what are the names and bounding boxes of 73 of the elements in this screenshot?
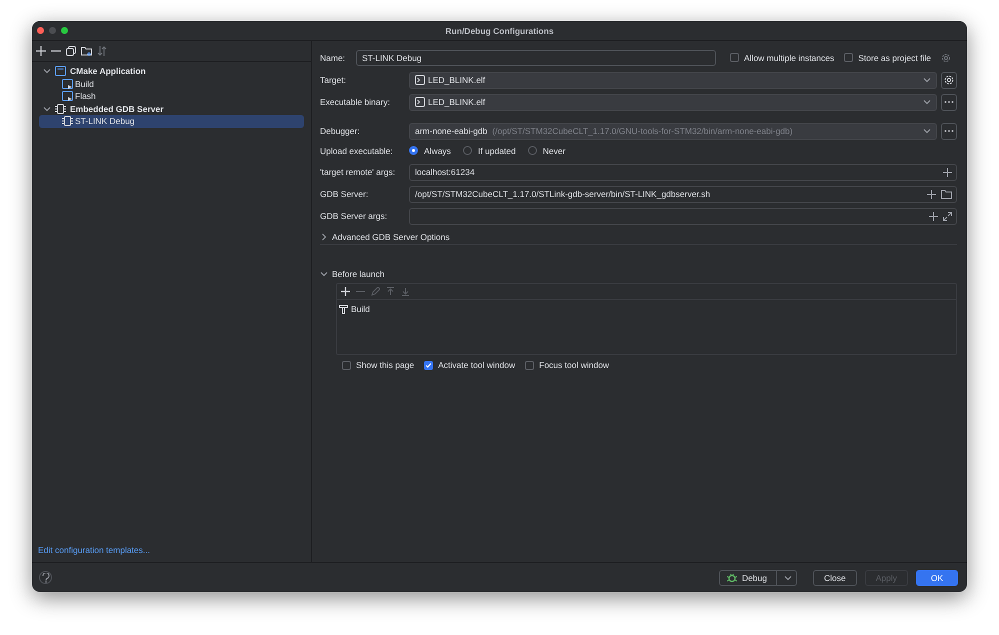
ellipsis-icon <box>944 129 954 133</box>
text-field[interactable] <box>409 208 957 224</box>
bug-icon <box>726 572 737 582</box>
text-field[interactable]: /opt/ST/STM32CubeCLT_1.17.0/STLink-gdb-server/bin/ST-LINK_gdbserver.sh <box>409 186 957 202</box>
terminal-icon <box>415 75 425 85</box>
window-icon <box>55 66 66 76</box>
field-label: GDB Server: <box>320 189 370 199</box>
checkbox[interactable]: Store as project file <box>844 52 931 62</box>
gear-icon <box>944 75 954 85</box>
field-label: Target: <box>320 75 347 85</box>
zoom-window-icon[interactable] <box>61 27 68 34</box>
window-icon <box>62 78 73 89</box>
checkbox[interactable]: Activate tool window <box>424 360 516 370</box>
add-icon[interactable] <box>929 212 938 220</box>
checkbox[interactable]: Allow multiple instances <box>730 52 834 62</box>
tree-item[interactable]: Build <box>39 78 304 90</box>
dropdown[interactable]: LED_BLINK.elf <box>409 72 937 88</box>
browse-button[interactable] <box>941 122 957 140</box>
caret-icon[interactable] <box>784 574 792 582</box>
sort-icon[interactable] <box>97 46 107 56</box>
section-toggle[interactable]: Advanced GDB Server Options <box>320 230 957 245</box>
add-icon[interactable] <box>36 46 46 56</box>
caret-icon <box>923 76 931 84</box>
new-folder-icon[interactable] <box>81 46 92 56</box>
name-field[interactable]: ST-LINK Debug <box>356 50 716 66</box>
debug-button[interactable]: Debug <box>718 570 797 586</box>
tree-item[interactable]: CMake Application <box>39 65 304 78</box>
tree-item[interactable]: Embedded GDB Server <box>39 102 304 115</box>
gear-icon[interactable] <box>941 52 951 62</box>
checkbox[interactable]: Focus tool window <box>525 360 610 370</box>
field-label: Name: <box>320 52 346 62</box>
edit-templates-link[interactable]: Edit configuration templates... <box>32 545 311 562</box>
folder-icon[interactable] <box>941 190 952 198</box>
checkbox[interactable]: Show this page <box>342 360 414 370</box>
section-toggle[interactable]: Before launch <box>320 267 957 281</box>
caret-icon <box>923 98 931 106</box>
caret-icon <box>923 127 931 135</box>
field-label: Debugger: <box>320 126 361 136</box>
dialog-button[interactable]: OK <box>916 570 958 586</box>
hammer-icon <box>339 304 348 314</box>
radio-button[interactable]: If updated <box>462 146 516 156</box>
browse-button[interactable] <box>941 94 957 110</box>
add-icon[interactable] <box>341 287 350 296</box>
radio-button[interactable]: Never <box>528 146 566 156</box>
chevron-icon <box>320 233 328 241</box>
dialog-button[interactable]: Close <box>813 570 857 586</box>
window-title: Run/Debug Configurations <box>445 26 554 36</box>
text-field[interactable]: localhost:61234 <box>409 164 957 180</box>
field-label: Upload executable: <box>320 146 394 156</box>
chip-icon <box>62 116 73 126</box>
window-icon <box>62 91 73 102</box>
terminal-icon <box>415 97 425 107</box>
settings-button[interactable] <box>941 72 957 88</box>
chevron-icon[interactable] <box>43 67 51 76</box>
field-label: 'target remote' args: <box>320 167 396 177</box>
chevron-icon[interactable] <box>43 104 51 113</box>
expand-icon[interactable] <box>943 212 952 220</box>
ellipsis-icon <box>944 100 954 104</box>
chip-icon <box>55 104 66 114</box>
copy-icon[interactable] <box>66 46 76 56</box>
add-icon[interactable] <box>927 190 936 198</box>
add-icon[interactable] <box>943 168 952 176</box>
field-label: GDB Server args: <box>320 211 388 221</box>
field-label: Executable binary: <box>320 97 391 107</box>
check-icon <box>425 360 432 370</box>
tree-item[interactable]: ST-LINK Debug <box>39 115 304 128</box>
tree-item[interactable]: Flash <box>39 90 304 102</box>
dropdown[interactable]: LED_BLINK.elf <box>409 94 937 110</box>
radio-button[interactable]: Always <box>409 146 451 156</box>
close-window-icon[interactable] <box>37 27 44 34</box>
dropdown[interactable]: arm-none-eabi-gdb (/opt/ST/STM32CubeCLT_1.17.0/GNU-tools-for-STM32/bin/arm-none-eabi-gdb) <box>409 122 937 140</box>
chevron-icon <box>320 270 328 278</box>
help-button[interactable] <box>39 571 52 584</box>
